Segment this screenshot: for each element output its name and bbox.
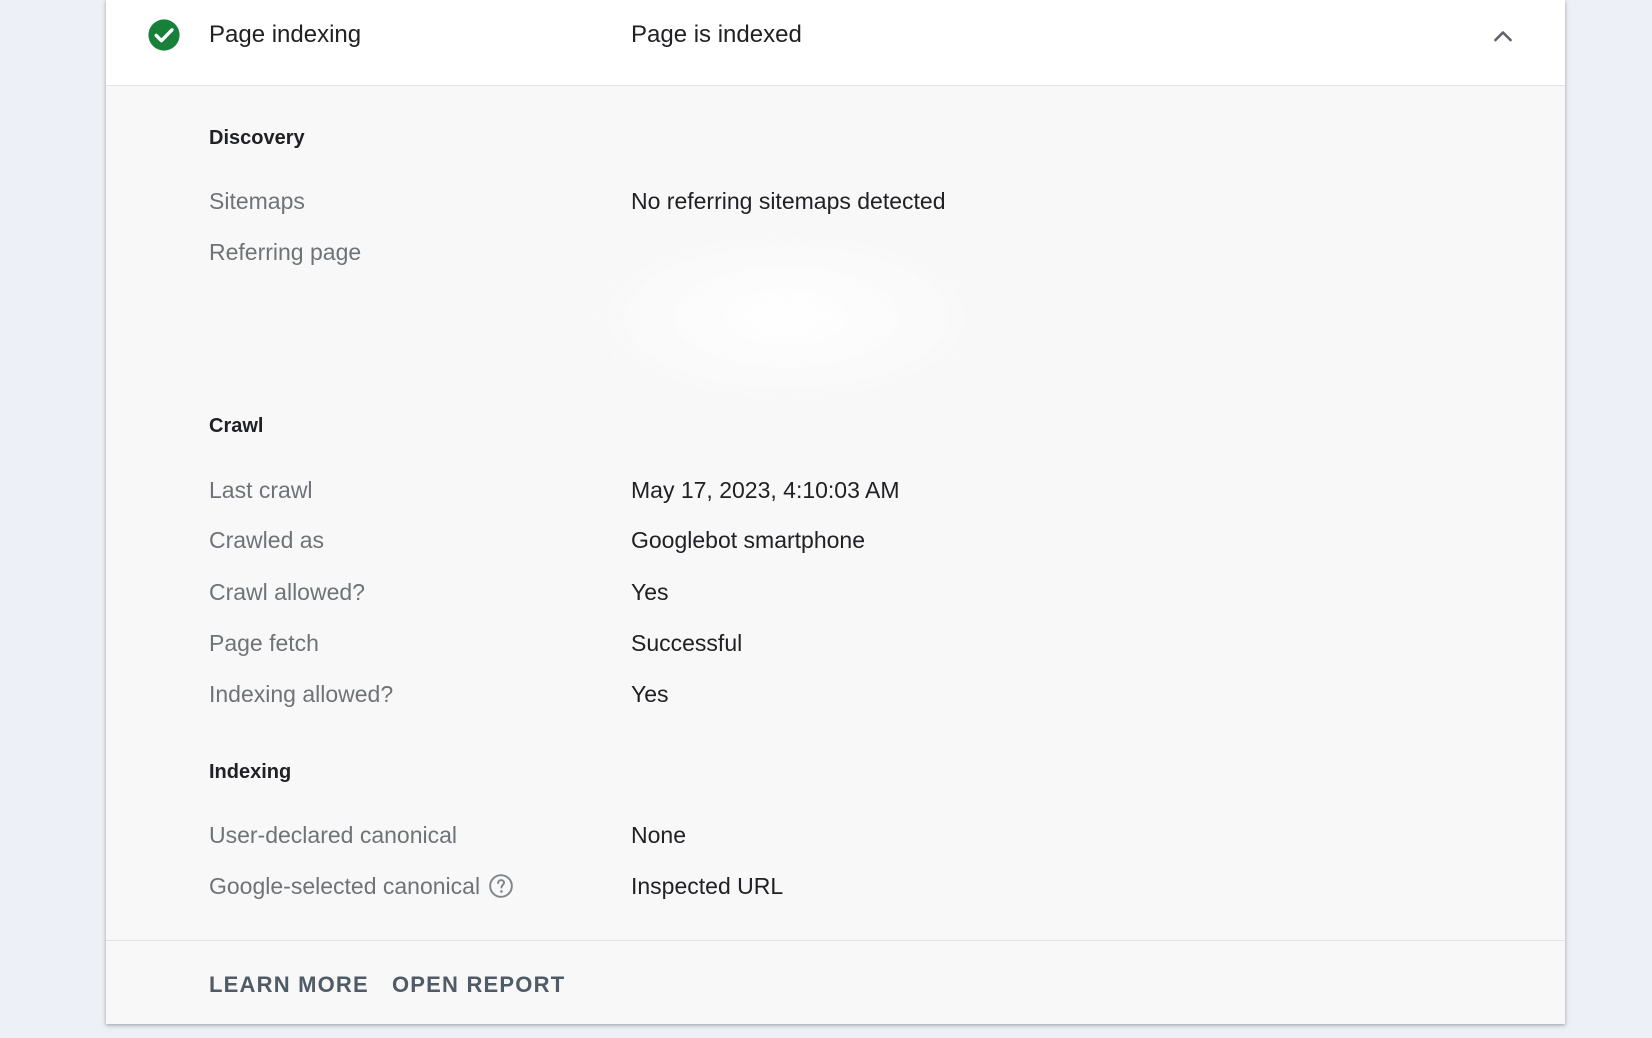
learn-more-button[interactable]: LEARN MORE xyxy=(209,971,369,999)
referring-page-redacted xyxy=(576,222,996,412)
help-circle-icon[interactable] xyxy=(488,873,514,899)
indexing-allowed-value: Yes xyxy=(631,681,669,707)
last-crawl-label: Last crawl xyxy=(209,477,313,503)
google-canonical-label: Google-selected canonical xyxy=(209,873,481,899)
indexing-allowed-label: Indexing allowed? xyxy=(209,681,394,707)
sitemaps-label: Sitemaps xyxy=(209,188,305,214)
page-fetch-value: Successful xyxy=(631,630,743,656)
user-canonical-value: None xyxy=(631,822,686,848)
google-canonical-value: Inspected URL xyxy=(631,873,784,899)
sitemaps-value: No referring sitemaps detected xyxy=(631,188,946,214)
indexing-section-title: Indexing xyxy=(209,761,292,783)
chevron-up-icon[interactable] xyxy=(1489,22,1517,50)
indexing-status-text: Page is indexed xyxy=(631,21,802,48)
crawled-as-label: Crawled as xyxy=(209,527,325,553)
crawl-section-title: Crawl xyxy=(209,415,264,437)
check-circle-icon xyxy=(148,19,180,51)
page-fetch-label: Page fetch xyxy=(209,630,319,656)
crawl-allowed-label: Crawl allowed? xyxy=(209,579,365,605)
open-report-button[interactable]: OPEN REPORT xyxy=(392,971,565,999)
google-canonical-row: Google-selected canonical xyxy=(209,871,514,901)
card-footer: LEARN MORE OPEN REPORT xyxy=(106,940,1565,1024)
crawl-allowed-value: Yes xyxy=(631,579,669,605)
page-indexing-header[interactable]: Page indexing Page is indexed xyxy=(106,0,1565,86)
discovery-section-title: Discovery xyxy=(209,127,305,149)
user-canonical-label: User-declared canonical xyxy=(209,822,458,848)
page-indexing-title: Page indexing xyxy=(209,21,362,48)
page-indexing-card: Page indexing Page is indexed Discovery … xyxy=(106,0,1565,1024)
last-crawl-value: May 17, 2023, 4:10:03 AM xyxy=(631,477,900,503)
referring-page-label: Referring page xyxy=(209,239,362,265)
crawled-as-value: Googlebot smartphone xyxy=(631,527,865,553)
